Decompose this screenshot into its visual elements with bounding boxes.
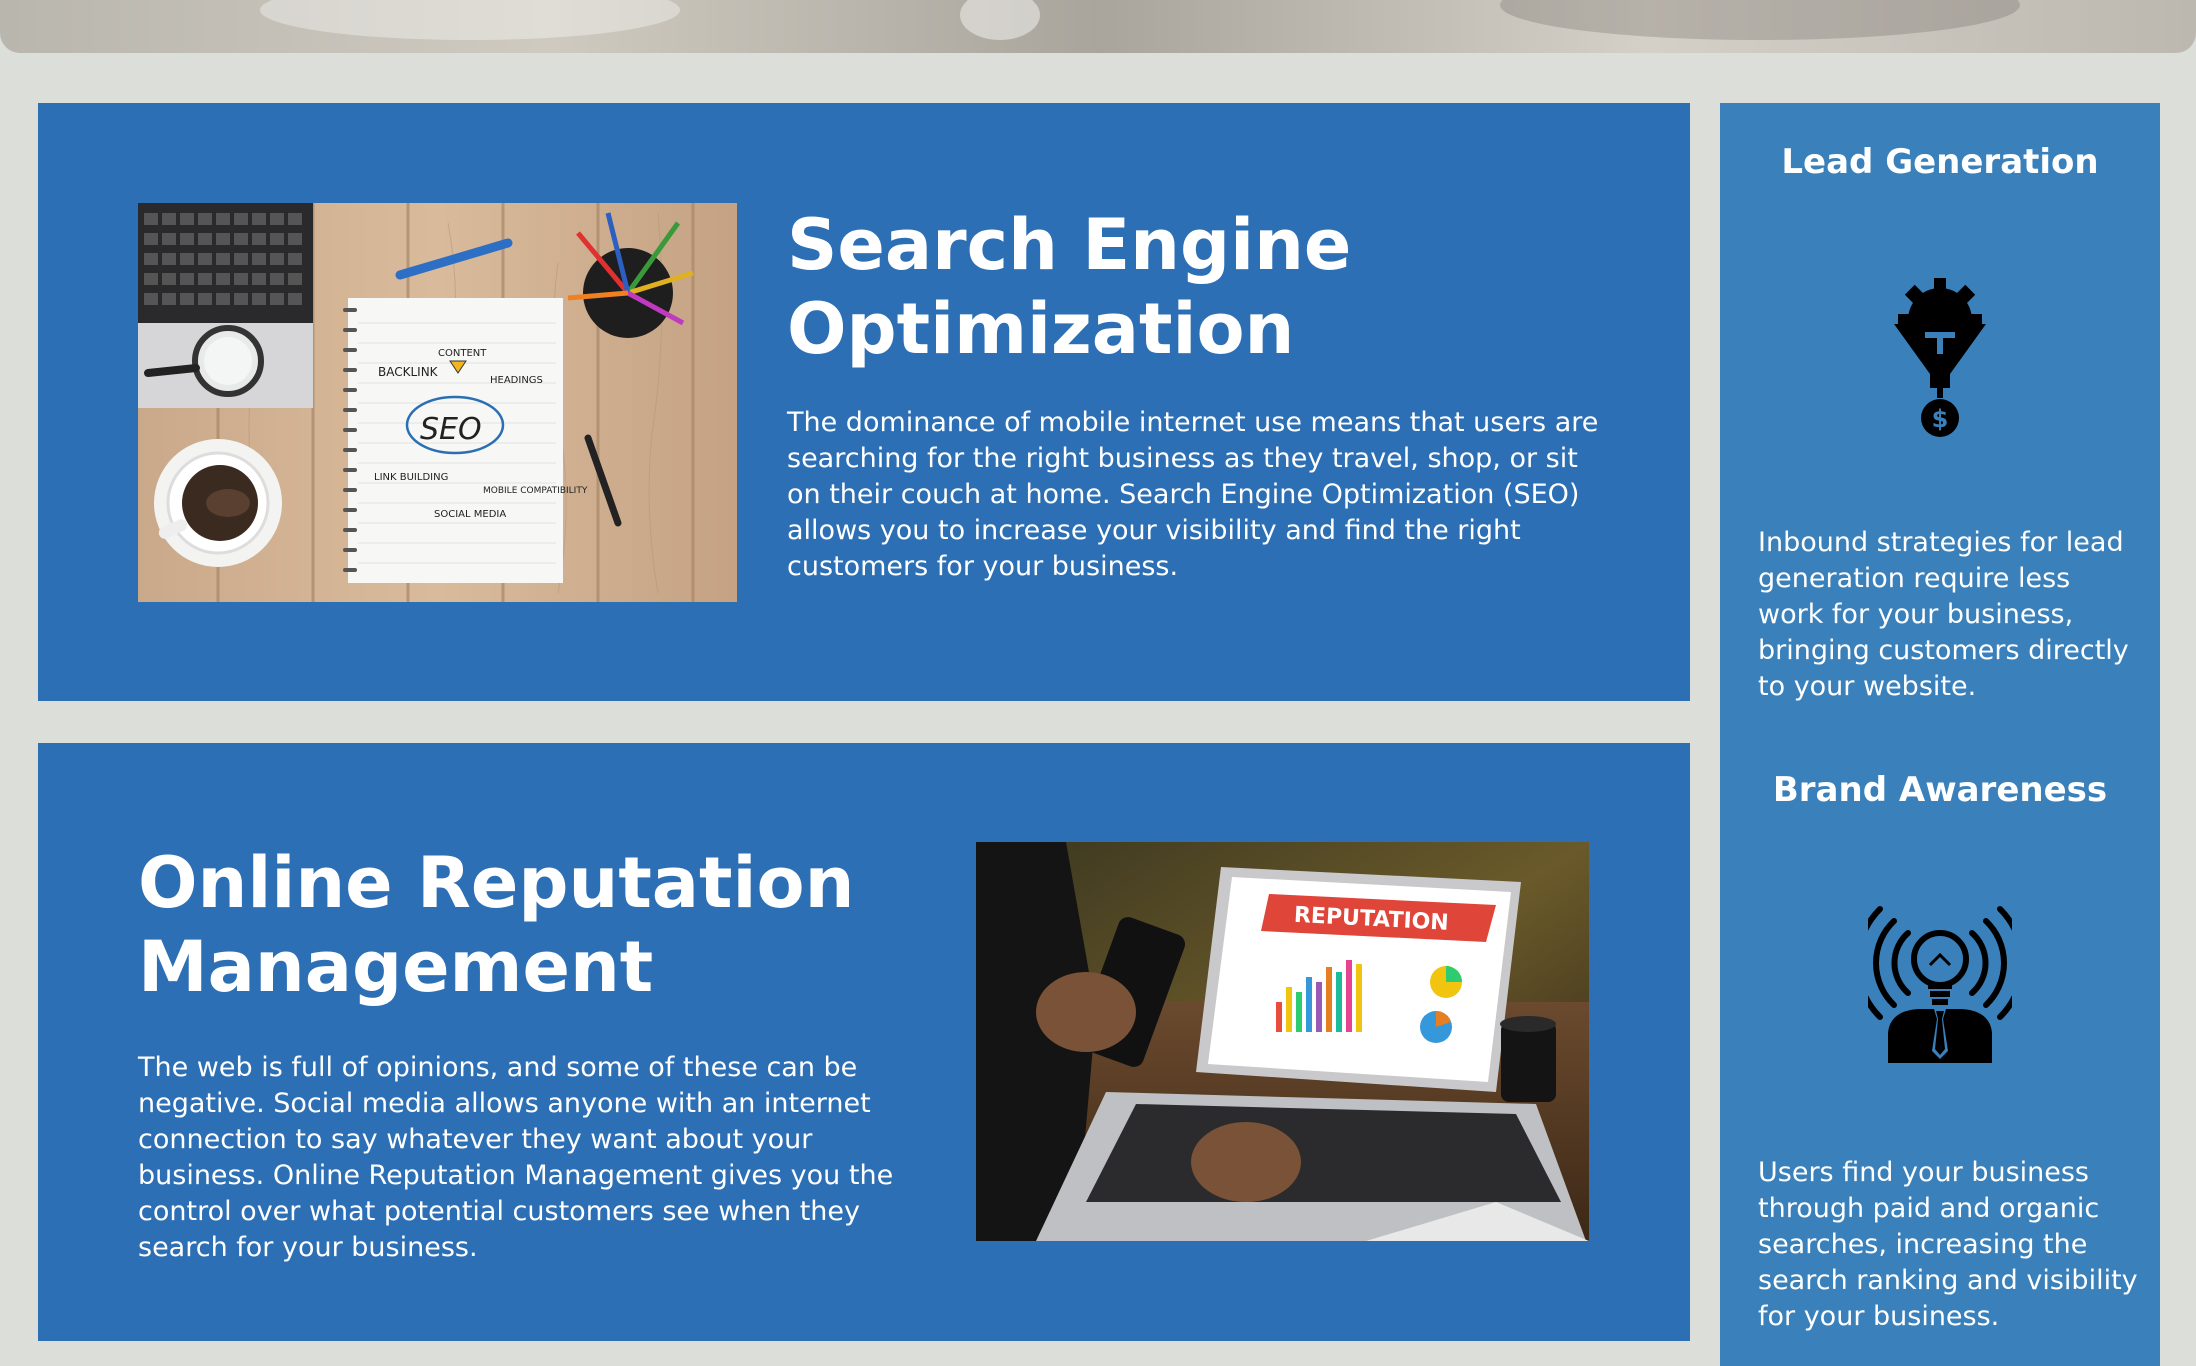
seo-label-link-building: LINK BUILDING <box>374 472 448 483</box>
seo-label-content: CONTENT <box>438 348 487 359</box>
sidebar: Lead Generation $ Inbound strategies for… <box>1720 103 2160 1366</box>
orm-section: Online Reputation Management The web is … <box>38 743 1690 1341</box>
seo-section: CONTENT BACKLINK HEADINGS SEO LINK BUILD… <box>38 103 1690 701</box>
funnel-gear-dollar-icon: $ <box>1890 278 1990 438</box>
orm-title: Online Reputation Management <box>138 842 855 1008</box>
orm-description: The web is full of opinions, and some of… <box>138 1052 894 1263</box>
seo-description: The dominance of mobile internet use mea… <box>787 407 1599 582</box>
seo-image: CONTENT BACKLINK HEADINGS SEO LINK BUILD… <box>138 203 737 602</box>
seo-label-mobile: MOBILE COMPATIBILITY <box>483 486 588 496</box>
seo-title: Search Engine Optimization <box>787 204 1352 370</box>
lightbulb-head-broadcast-icon <box>1854 903 2026 1063</box>
seo-label-headings: HEADINGS <box>490 375 543 386</box>
hero-banner-image <box>0 0 2196 53</box>
brand-awareness-title: Brand Awareness <box>1772 770 2108 810</box>
seo-label-backlink: BACKLINK <box>378 365 439 379</box>
brand-awareness-description: Users find your business through paid an… <box>1758 1157 2138 1332</box>
svg-text:$: $ <box>1932 405 1949 433</box>
lead-generation-title: Lead Generation <box>1781 142 2099 182</box>
seo-label-social-media: SOCIAL MEDIA <box>434 509 506 520</box>
seo-label-seo: SEO <box>420 412 482 447</box>
orm-image: REPUTATION <box>976 842 1589 1241</box>
lead-generation-description: Inbound strategies for lead generation r… <box>1758 527 2129 702</box>
